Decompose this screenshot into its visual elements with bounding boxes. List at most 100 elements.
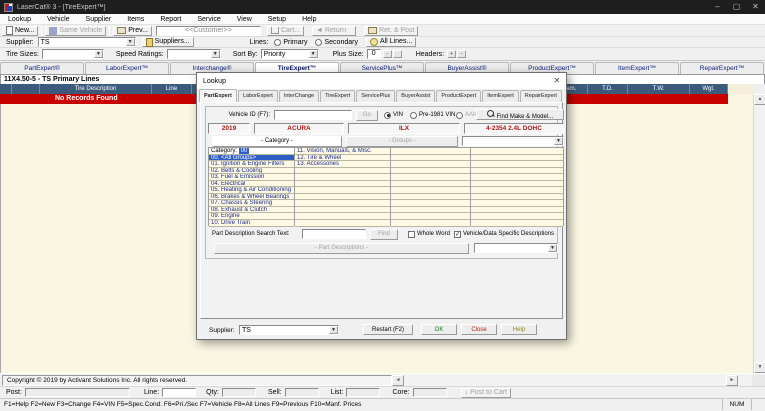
category-column-1: Category: 00 00. <All Groups> 01. Igniti… [208, 147, 294, 226]
tire-sizes-label: Tire Sizes: [6, 51, 39, 58]
help-button[interactable]: Help [501, 324, 537, 335]
vehicle-id-input[interactable] [274, 110, 352, 120]
pre1981-vin-radio[interactable]: Pre-1981 VIN [410, 110, 455, 120]
lines-secondary-radio[interactable]: Secondary [315, 39, 357, 46]
vehicle-specific-checkbox[interactable]: ✓Vehicle/Data Specific Descriptions [454, 229, 554, 239]
dialog-tab-bar: PartExpert LaborExpert InterChange TireE… [199, 89, 563, 102]
headers-plus-button[interactable]: + [447, 50, 456, 58]
tab-laborexpert[interactable]: LaborExpert™ [85, 62, 169, 74]
part-descriptions-combobox[interactable]: ▼ [474, 243, 558, 253]
sort-by-label: Sort By: [233, 51, 258, 58]
ok-button[interactable]: OK [421, 324, 457, 335]
maximize-icon[interactable]: ▢ [727, 0, 746, 14]
prev-button[interactable]: Prev... [113, 26, 152, 36]
dialog-tab-partexpert[interactable]: PartExpert [199, 89, 237, 102]
chevron-down-icon[interactable]: ▼ [94, 50, 103, 58]
part-description-search-input[interactable] [302, 229, 366, 239]
dialog-tab-serviceplus[interactable]: ServicePlus [356, 90, 395, 102]
vin-radio[interactable]: VIN [384, 110, 403, 120]
menu-view[interactable]: View [229, 14, 260, 25]
chevron-down-icon[interactable]: ▼ [211, 50, 220, 58]
scroll-up-icon[interactable]: ▲ [754, 94, 765, 105]
category-value: 00 [239, 148, 250, 154]
restart-button[interactable]: Restart (F2) [363, 324, 413, 335]
post-to-cart-button[interactable]: ↓ Post to Cart [461, 388, 511, 398]
lines-primary-radio[interactable]: Primary [274, 39, 307, 46]
vertical-scrollbar[interactable]: ▲ ▼ [753, 94, 765, 373]
plus-size-minus-button[interactable]: - [383, 50, 392, 58]
horizontal-scrollbar[interactable]: ◄ ► [392, 375, 752, 386]
line-field[interactable] [162, 388, 196, 397]
same-vehicle-button[interactable]: Same Vehicle [45, 26, 106, 36]
dialog-title-bar[interactable]: Lookup ✕ [197, 73, 566, 89]
suppliers-button[interactable]: Suppliers... [142, 37, 194, 47]
dialog-close-icon[interactable]: ✕ [548, 73, 566, 89]
dialog-supplier-combobox[interactable]: TS ▼ [239, 325, 339, 335]
scroll-down-icon[interactable]: ▼ [754, 362, 765, 373]
group-combobox[interactable]: ▼ [462, 136, 564, 146]
menu-lookup[interactable]: Lookup [0, 14, 39, 25]
find-make-model-button[interactable]: Find Make & Model... [476, 109, 564, 120]
menu-supplier[interactable]: Supplier [78, 14, 120, 25]
dialog-tab-buyerassist[interactable]: BuyerAssist [396, 90, 435, 102]
menu-report[interactable]: Report [152, 14, 189, 25]
post-field[interactable] [25, 388, 130, 397]
plus-size-plus-button[interactable] [393, 50, 402, 58]
list-field[interactable] [346, 388, 380, 397]
new-button[interactable]: New... [2, 26, 38, 36]
tab-repairexpert[interactable]: RepairExpert™ [680, 62, 764, 74]
dialog-tab-interchange[interactable]: InterChange [279, 90, 319, 102]
column-tw[interactable]: T.W. [628, 84, 690, 94]
sell-field[interactable] [285, 388, 319, 397]
groups-mode-button[interactable]: - Groups - [346, 136, 458, 147]
go-button[interactable]: Go [356, 110, 378, 121]
menu-setup[interactable]: Setup [260, 14, 294, 25]
tab-itemexpert[interactable]: ItemExpert™ [595, 62, 679, 74]
chevron-down-icon[interactable]: ▼ [329, 326, 338, 334]
headers-minus-button[interactable]: - [457, 50, 466, 58]
chevron-down-icon[interactable]: ▼ [126, 38, 135, 46]
column-td[interactable]: T.D. [588, 84, 628, 94]
chevron-down-icon[interactable]: ▼ [548, 244, 557, 252]
line-label: Line: [144, 389, 159, 396]
customer-combobox[interactable]: <<Customer>> [156, 26, 261, 36]
all-lines-button[interactable]: All Lines... [366, 37, 416, 47]
dialog-tab-itemexpert[interactable]: ItemExpert [482, 90, 519, 102]
tire-sizes-combobox[interactable]: ▼ [42, 49, 104, 59]
sort-by-combobox[interactable]: Priority ▼ [261, 49, 319, 59]
dialog-tab-laborexpert[interactable]: LaborExpert [238, 90, 278, 102]
speed-ratings-combobox[interactable]: ▼ [167, 49, 221, 59]
return-button[interactable]: ◄ Return [312, 26, 356, 36]
part-descriptions-button[interactable]: - Part Descriptions - [214, 243, 469, 254]
close-icon[interactable]: ✕ [746, 0, 765, 14]
column-line[interactable]: Line [152, 84, 192, 94]
chevron-down-icon[interactable]: ▼ [554, 137, 563, 145]
close-button[interactable]: Close [461, 324, 497, 335]
part-description-search-label: Part Description Search Text: [212, 229, 290, 239]
menu-vehicle[interactable]: Vehicle [39, 14, 78, 25]
category-mode-button[interactable]: - Category - [212, 136, 342, 147]
list-item[interactable]: 10. Drive Train [209, 220, 294, 227]
supplier-combobox[interactable]: TS ▼ [38, 37, 136, 47]
qty-field[interactable] [222, 388, 256, 397]
ret-and-post-button[interactable]: Ret. & Post [364, 26, 418, 36]
menu-service[interactable]: Service [189, 14, 228, 25]
dialog-tab-productexpert[interactable]: ProductExpert [436, 90, 481, 102]
column-wgt[interactable]: Wgt. [690, 84, 728, 94]
minimize-icon[interactable]: – [708, 0, 727, 14]
menu-items[interactable]: Items [119, 14, 152, 25]
chevron-down-icon[interactable]: ▼ [309, 50, 318, 58]
scroll-right-icon[interactable]: ► [726, 375, 738, 386]
vehicle-model: ILX [348, 123, 460, 134]
whole-word-checkbox[interactable]: Whole Word [408, 229, 450, 239]
scroll-left-icon[interactable]: ◄ [392, 375, 404, 386]
find-button[interactable]: Find [370, 229, 398, 240]
dialog-tab-repairexpert[interactable]: RepairExpert [520, 90, 562, 102]
cart-button[interactable]: Cart... [267, 26, 304, 36]
column-tire-description[interactable]: Tire Description [40, 84, 152, 94]
tab-partexpert[interactable]: PartExpert® [0, 62, 84, 74]
dialog-tab-tireexpert[interactable]: TireExpert [320, 90, 355, 102]
plus-size-value[interactable]: 0 [367, 49, 381, 59]
menu-help[interactable]: Help [294, 14, 324, 25]
core-field[interactable] [413, 388, 447, 397]
